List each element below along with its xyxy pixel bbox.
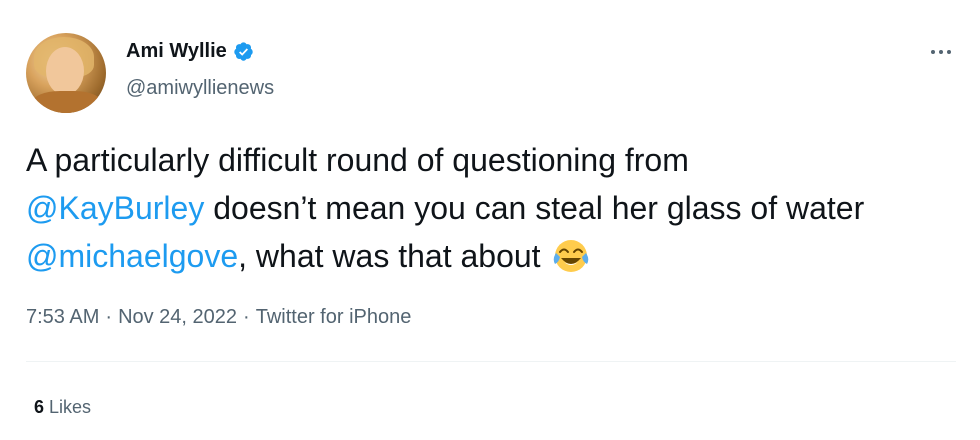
- tweet-date[interactable]: Nov 24, 2022: [118, 306, 237, 329]
- mention-kayburley[interactable]: @KayBurley: [26, 190, 204, 226]
- tweet-text-part2: doesn’t mean you can steal her glass of …: [204, 190, 865, 226]
- tweet-card: Ami Wyllie @amiwyllienews A particularly…: [0, 0, 980, 440]
- more-dot: [939, 50, 943, 54]
- mention-michaelgove[interactable]: @michaelgove: [26, 238, 238, 274]
- avatar-face: [46, 47, 84, 95]
- meta-separator: ·: [243, 306, 250, 328]
- tweet-time[interactable]: 7:53 AM: [26, 306, 99, 329]
- tweet-text: A particularly difficult round of questi…: [26, 136, 926, 280]
- avatar-shoulder: [32, 91, 102, 113]
- avatar[interactable]: [26, 33, 106, 113]
- author-name[interactable]: Ami Wyllie: [126, 40, 227, 63]
- author-handle[interactable]: @amiwyllienews: [126, 77, 274, 100]
- tweet-text-part1: A particularly difficult round of questi…: [26, 142, 689, 178]
- more-dot: [931, 50, 935, 54]
- tweet-source[interactable]: Twitter for iPhone: [256, 306, 412, 329]
- likes-count: 6: [34, 397, 45, 417]
- more-dot: [947, 50, 951, 54]
- author-name-row: Ami Wyllie: [126, 40, 254, 63]
- more-options-icon[interactable]: [924, 40, 958, 64]
- tweet-meta: 7:53 AM · Nov 24, 2022 · Twitter for iPh…: [26, 306, 411, 329]
- face-with-tears-of-joy-emoji: [554, 240, 589, 272]
- likes-label: Likes: [49, 397, 92, 417]
- divider: [26, 361, 956, 362]
- verified-badge-icon: [234, 42, 253, 61]
- tweet-text-part3: , what was that about: [238, 238, 550, 274]
- meta-separator: ·: [105, 306, 113, 328]
- likes-link[interactable]: 6 Likes: [34, 397, 91, 418]
